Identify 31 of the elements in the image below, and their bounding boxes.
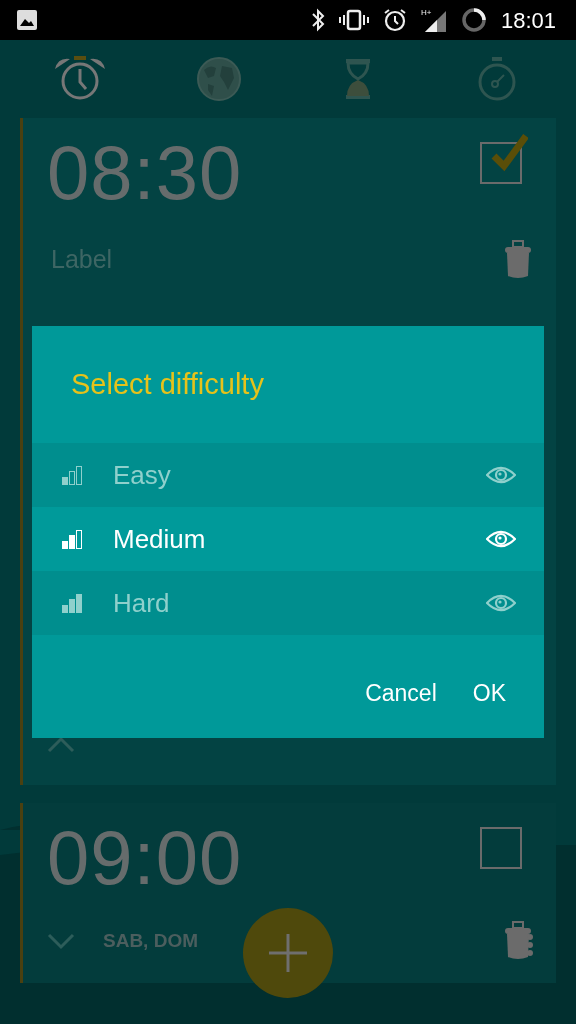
eye-icon[interactable] — [486, 593, 516, 613]
dialog-button[interactable]: Cancel — [357, 669, 445, 716]
difficulty-option[interactable]: Easy — [32, 443, 544, 507]
label-field[interactable]: Label — [51, 241, 113, 279]
chevron-icon[interactable] — [47, 931, 77, 951]
difficulty-icon — [61, 593, 83, 613]
trash-icon[interactable] — [504, 240, 534, 280]
alarm-time[interactable]: 08:30 — [47, 130, 243, 216]
option-label: Easy — [113, 458, 172, 492]
vibrate-icon — [338, 9, 369, 31]
dialog-button[interactable]: OK — [464, 669, 514, 716]
option-label: Medium — [113, 522, 207, 556]
difficulty-icon — [61, 529, 83, 549]
alarm-days: SAB, DOM — [103, 926, 198, 956]
bluetooth-icon — [310, 8, 325, 32]
alarm-icon — [382, 8, 407, 32]
plus-icon — [268, 933, 308, 973]
difficulty-icon — [61, 465, 83, 485]
status-time: 18:01 — [500, 6, 556, 35]
chevron-icon[interactable] — [47, 735, 77, 755]
globe-icon — [195, 56, 242, 102]
stopwatch-icon — [476, 56, 517, 102]
trash-icon[interactable] — [504, 921, 534, 961]
eye-icon[interactable] — [486, 465, 516, 485]
alarm-time[interactable]: 09:00 — [47, 815, 243, 901]
loading-icon — [460, 7, 487, 33]
image-icon — [16, 9, 38, 31]
dialog-title: Select difficulty — [70, 366, 265, 402]
difficulty-option[interactable]: Hard — [32, 571, 544, 635]
checkbox[interactable] — [480, 134, 528, 184]
option-label: Hard — [113, 586, 171, 620]
